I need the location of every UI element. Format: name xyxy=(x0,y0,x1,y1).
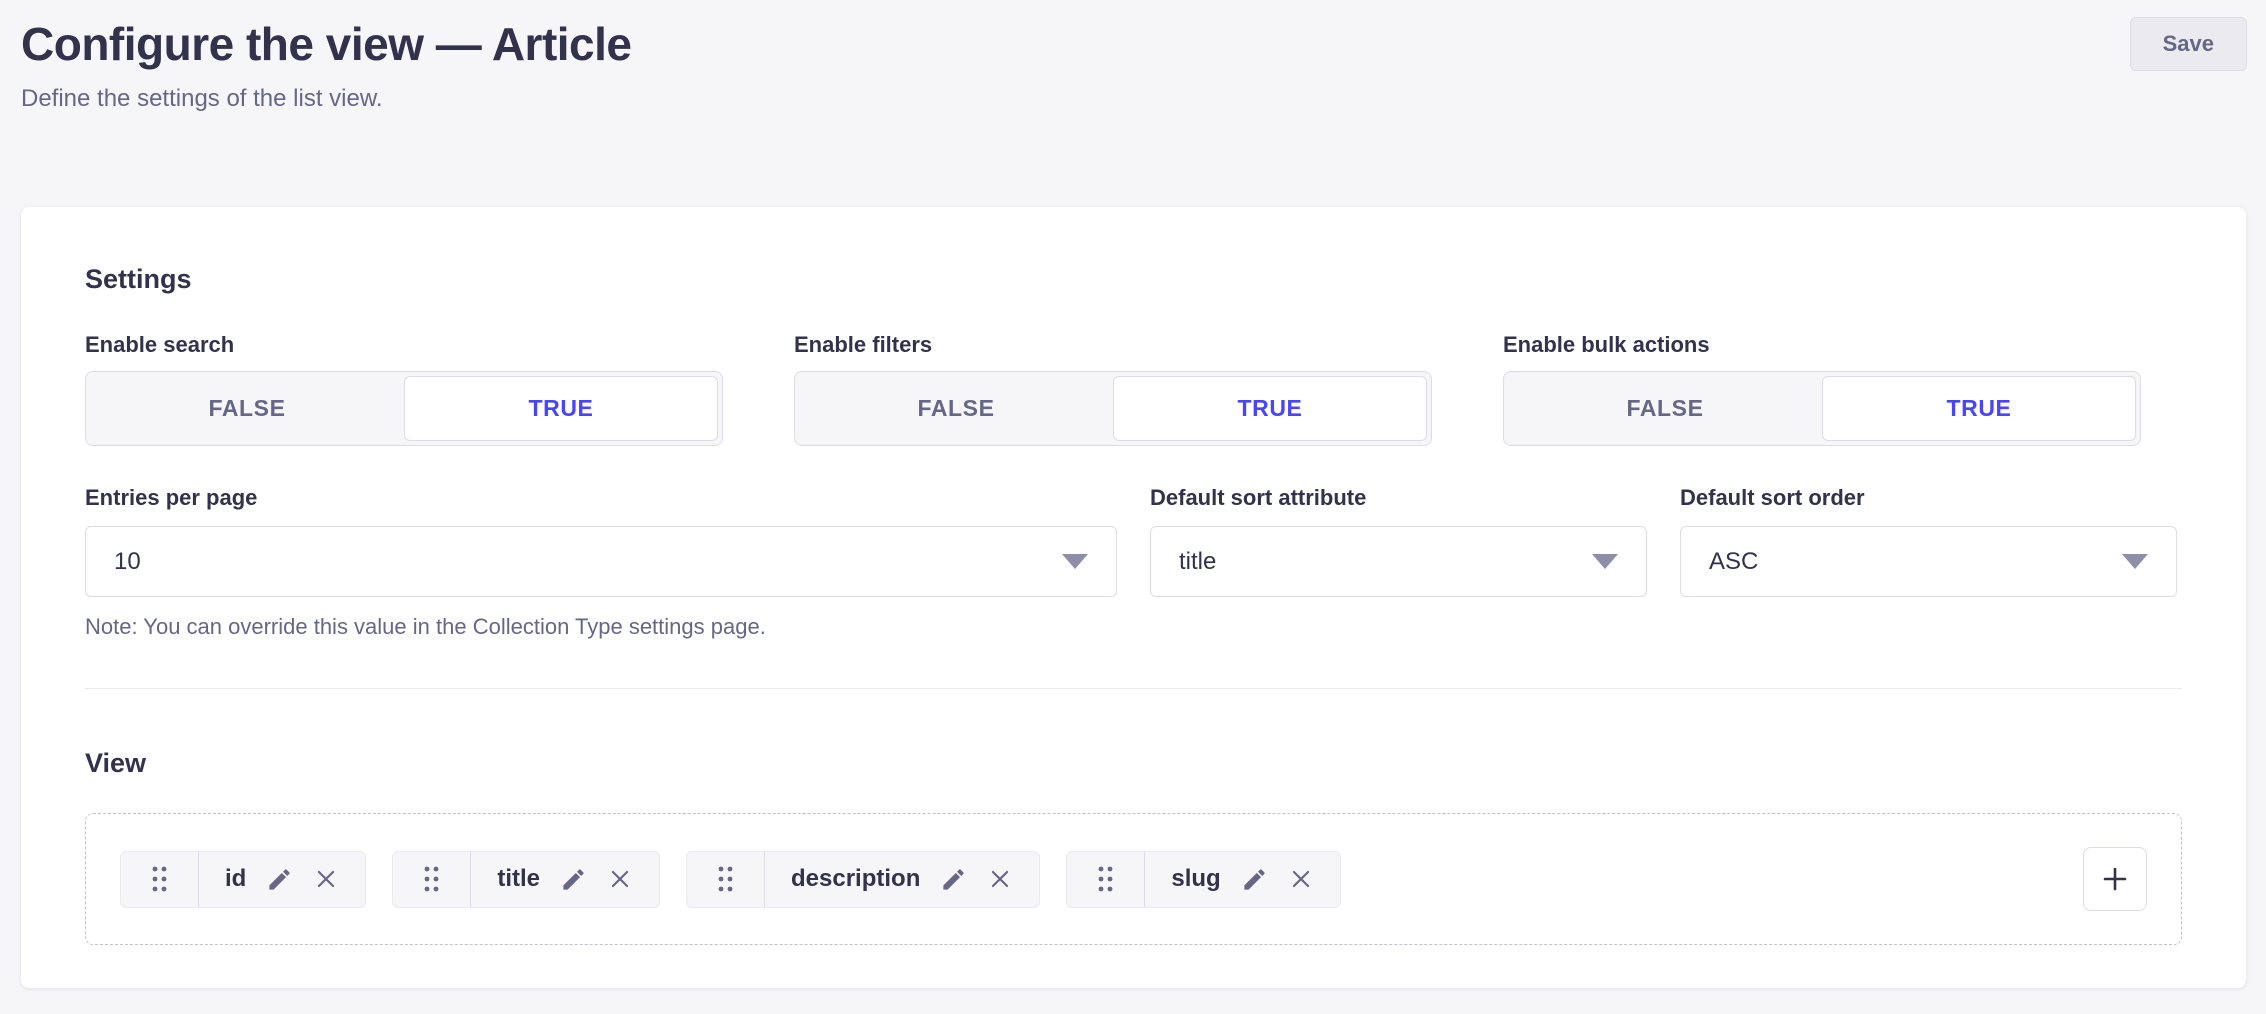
toggle-group-enable-bulk-actions: FALSE TRUE xyxy=(1503,371,2141,446)
pencil-icon xyxy=(266,866,293,893)
select-field-default-sort-attribute: Default sort attribute title xyxy=(1150,485,1647,597)
toggle-group-enable-search: FALSE TRUE xyxy=(85,371,723,446)
pill-body: id xyxy=(199,852,365,907)
view-section-title: View xyxy=(85,747,2182,779)
select-field-default-sort-order: Default sort order ASC xyxy=(1680,485,2177,597)
drag-handle[interactable] xyxy=(687,852,765,907)
section-divider xyxy=(85,688,2182,689)
drag-handle-icon xyxy=(716,864,735,894)
close-icon xyxy=(1288,866,1314,892)
field-label: Enable bulk actions xyxy=(1503,332,2141,358)
edit-field-button[interactable] xyxy=(266,866,293,893)
toggle-option-false[interactable]: FALSE xyxy=(799,376,1113,441)
pill-label: id xyxy=(225,865,246,893)
chevron-down-icon xyxy=(1062,554,1088,569)
toggle-option-true[interactable]: TRUE xyxy=(1822,376,2136,441)
select-field-entries-per-page: Entries per page 10 Note: You can overri… xyxy=(85,485,1117,640)
edit-field-button[interactable] xyxy=(940,866,967,893)
drag-handle-icon xyxy=(1096,864,1115,894)
default-sort-order-select[interactable]: ASC xyxy=(1680,526,2177,597)
edit-field-button[interactable] xyxy=(1241,866,1268,893)
field-label: Default sort attribute xyxy=(1150,485,1647,511)
drag-handle-icon xyxy=(422,864,441,894)
plus-icon xyxy=(2099,863,2131,895)
close-icon xyxy=(607,866,633,892)
toggle-group-enable-filters: FALSE TRUE xyxy=(794,371,1432,446)
select-value: 10 xyxy=(114,548,141,576)
drag-handle[interactable] xyxy=(1067,852,1145,907)
drag-handle[interactable] xyxy=(121,852,199,907)
field-list: id xyxy=(85,813,2182,945)
remove-field-button[interactable] xyxy=(1288,866,1314,892)
remove-field-button[interactable] xyxy=(313,866,339,892)
drag-handle[interactable] xyxy=(393,852,471,907)
toggle-field-enable-bulk-actions: Enable bulk actions FALSE TRUE xyxy=(1503,332,2141,446)
edit-field-button[interactable] xyxy=(560,866,587,893)
pencil-icon xyxy=(940,866,967,893)
field-label: Enable filters xyxy=(794,332,1432,358)
field-pills: id xyxy=(120,851,1341,908)
toggle-option-true[interactable]: TRUE xyxy=(1113,376,1427,441)
remove-field-button[interactable] xyxy=(607,866,633,892)
field-pill-slug[interactable]: slug xyxy=(1066,851,1340,908)
page-subtitle: Define the settings of the list view. xyxy=(21,84,2245,114)
settings-card: Settings Enable search FALSE TRUE Enable… xyxy=(21,207,2246,988)
toggles-row: Enable search FALSE TRUE Enable filters … xyxy=(85,332,2182,446)
toggle-field-enable-filters: Enable filters FALSE TRUE xyxy=(794,332,1432,446)
field-label: Enable search xyxy=(85,332,723,358)
field-label: Entries per page xyxy=(85,485,1117,511)
pill-label: description xyxy=(791,865,920,893)
field-pill-description[interactable]: description xyxy=(686,851,1040,908)
page-header: Configure the view — Article Define the … xyxy=(0,0,2266,114)
pencil-icon xyxy=(560,866,587,893)
toggle-field-enable-search: Enable search FALSE TRUE xyxy=(85,332,723,446)
selects-row: Entries per page 10 Note: You can overri… xyxy=(85,485,2182,640)
chevron-down-icon xyxy=(1592,554,1618,569)
toggle-option-false[interactable]: FALSE xyxy=(90,376,404,441)
settings-section-title: Settings xyxy=(85,263,2182,295)
toggle-option-false[interactable]: FALSE xyxy=(1508,376,1822,441)
select-value: title xyxy=(1179,548,1216,576)
field-pill-title[interactable]: title xyxy=(392,851,660,908)
select-value: ASC xyxy=(1709,548,1758,576)
toggle-option-true[interactable]: TRUE xyxy=(404,376,718,441)
drag-handle-icon xyxy=(150,864,169,894)
entries-per-page-select[interactable]: 10 xyxy=(85,526,1117,597)
field-note: Note: You can override this value in the… xyxy=(85,614,1117,640)
default-sort-attribute-select[interactable]: title xyxy=(1150,526,1647,597)
remove-field-button[interactable] xyxy=(987,866,1013,892)
page-title: Configure the view — Article xyxy=(21,16,2245,72)
pill-label: slug xyxy=(1171,865,1220,893)
close-icon xyxy=(313,866,339,892)
pencil-icon xyxy=(1241,866,1268,893)
add-field-button[interactable] xyxy=(2083,847,2147,911)
save-button[interactable]: Save xyxy=(2130,17,2247,71)
close-icon xyxy=(987,866,1013,892)
field-pill-id[interactable]: id xyxy=(120,851,366,908)
pill-body: description xyxy=(765,852,1039,907)
field-label: Default sort order xyxy=(1680,485,2177,511)
pill-body: slug xyxy=(1145,852,1339,907)
pill-body: title xyxy=(471,852,659,907)
pill-label: title xyxy=(497,865,540,893)
chevron-down-icon xyxy=(2122,554,2148,569)
